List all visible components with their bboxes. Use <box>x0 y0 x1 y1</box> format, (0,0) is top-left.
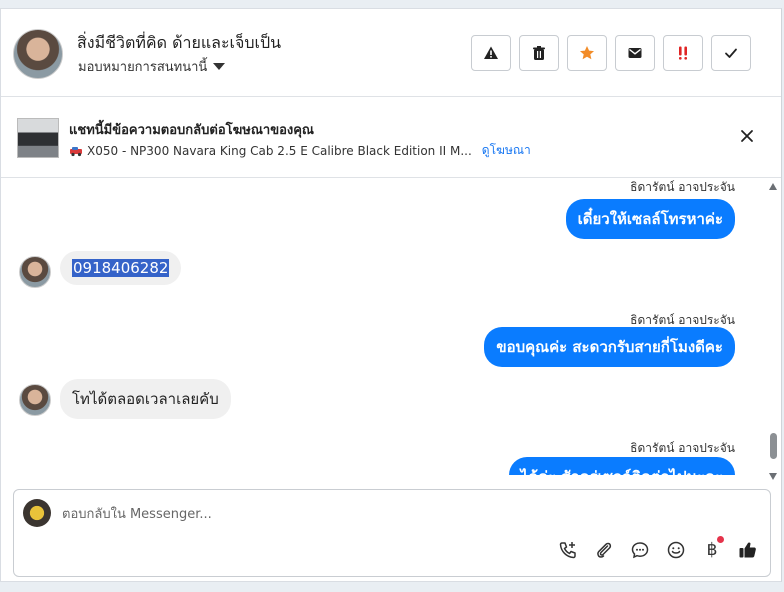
ad-details: X050 - NP300 Navara King Cab 2.5 E Calib… <box>69 141 531 160</box>
close-icon <box>741 130 753 142</box>
close-banner-button[interactable] <box>737 126 757 146</box>
mark-spam-button[interactable] <box>471 35 511 71</box>
selected-phone-text[interactable]: 0918406282 <box>72 259 170 277</box>
message-sender: ธิดารัตน์ อาจประจัน <box>630 180 735 194</box>
header-actions <box>471 35 751 71</box>
follow-up-button[interactable] <box>663 35 703 71</box>
message-sender: ธิดารัตน์ อาจประจัน <box>630 441 735 455</box>
mark-unread-button[interactable] <box>615 35 655 71</box>
paperclip-icon <box>597 542 612 558</box>
contact-avatar-small <box>19 384 51 416</box>
trash-icon <box>533 46 545 60</box>
saved-replies-button[interactable] <box>628 538 652 562</box>
payment-button[interactable]: ฿ <box>700 536 724 562</box>
baht-icon: ฿ <box>706 540 718 560</box>
double-exclamation-icon <box>679 46 687 60</box>
ad-vehicle-text: X050 - NP300 Navara King Cab 2.5 E Calib… <box>87 143 472 158</box>
ad-reply-banner: แชทนี้มีข้อความตอบกลับต่อโฆษณาของคุณ X05… <box>1 98 781 178</box>
outgoing-message[interactable]: ขอบคุณค่ะ สะดวกรับสายกี่โมงดีคะ <box>484 327 735 367</box>
assign-conversation-dropdown[interactable]: มอบหมายการสนทนานี้ <box>78 56 226 77</box>
star-button[interactable] <box>567 35 607 71</box>
notification-dot <box>717 536 724 543</box>
delete-button[interactable] <box>519 35 559 71</box>
message-list[interactable]: ธิดารัตน์ อาจประจัน เดี๋ยวให้เซลล์โทรหาค… <box>1 179 781 475</box>
reply-input[interactable] <box>62 504 662 524</box>
outgoing-message[interactable]: ได้ค่ะ สักครู่เซลล์ติดต่อไปนะคะ <box>508 457 735 475</box>
view-ad-link[interactable]: ดูโฆษณา <box>482 141 531 160</box>
emoji-icon <box>667 541 685 559</box>
outgoing-message[interactable]: เดี๋ยวให้เซลล์โทรหาค่ะ <box>565 199 735 239</box>
scrollbar-thumb[interactable] <box>770 433 777 459</box>
message-composer: ฿ <box>13 489 771 577</box>
like-button[interactable] <box>736 538 760 562</box>
star-icon <box>580 46 594 60</box>
ad-thumbnail[interactable] <box>17 118 59 158</box>
mark-done-button[interactable] <box>711 35 751 71</box>
page-avatar <box>23 499 51 527</box>
chat-bubble-icon <box>631 542 649 559</box>
mail-icon <box>628 48 642 58</box>
warning-icon <box>484 46 498 59</box>
contact-avatar-small <box>19 256 51 288</box>
assign-label: มอบหมายการสนทนานี้ <box>78 60 208 75</box>
contact-name[interactable]: สิ่งมีชีวิตที่คิด ด้ายและเจ็บเป็น <box>77 31 281 56</box>
composer-toolbar: ฿ <box>556 536 760 562</box>
call-button[interactable] <box>556 538 580 562</box>
caret-down-icon <box>213 63 226 70</box>
call-add-icon <box>559 542 576 559</box>
incoming-message[interactable]: 0918406282 <box>60 251 182 285</box>
car-icon <box>70 146 82 156</box>
conversation-panel: สิ่งมีชีวิตที่คิด ด้ายและเจ็บเป็น มอบหมา… <box>0 8 782 582</box>
emoji-button[interactable] <box>664 538 688 562</box>
incoming-message[interactable]: โทได้ตลอดเวลาเลยคับ <box>60 379 231 419</box>
scroll-up-arrow[interactable] <box>769 183 777 190</box>
scroll-down-arrow[interactable] <box>769 473 777 480</box>
app-root: สิ่งมีชีวิตที่คิด ด้ายและเจ็บเป็น มอบหมา… <box>0 0 784 592</box>
conversation-header: สิ่งมีชีวิตที่คิด ด้ายและเจ็บเป็น มอบหมา… <box>1 9 781 97</box>
check-icon <box>725 48 737 58</box>
contact-avatar[interactable] <box>13 29 63 79</box>
thumbs-up-icon <box>739 542 756 558</box>
ad-banner-title: แชทนี้มีข้อความตอบกลับต่อโฆษณาของคุณ <box>69 123 314 138</box>
attach-button[interactable] <box>592 538 616 562</box>
